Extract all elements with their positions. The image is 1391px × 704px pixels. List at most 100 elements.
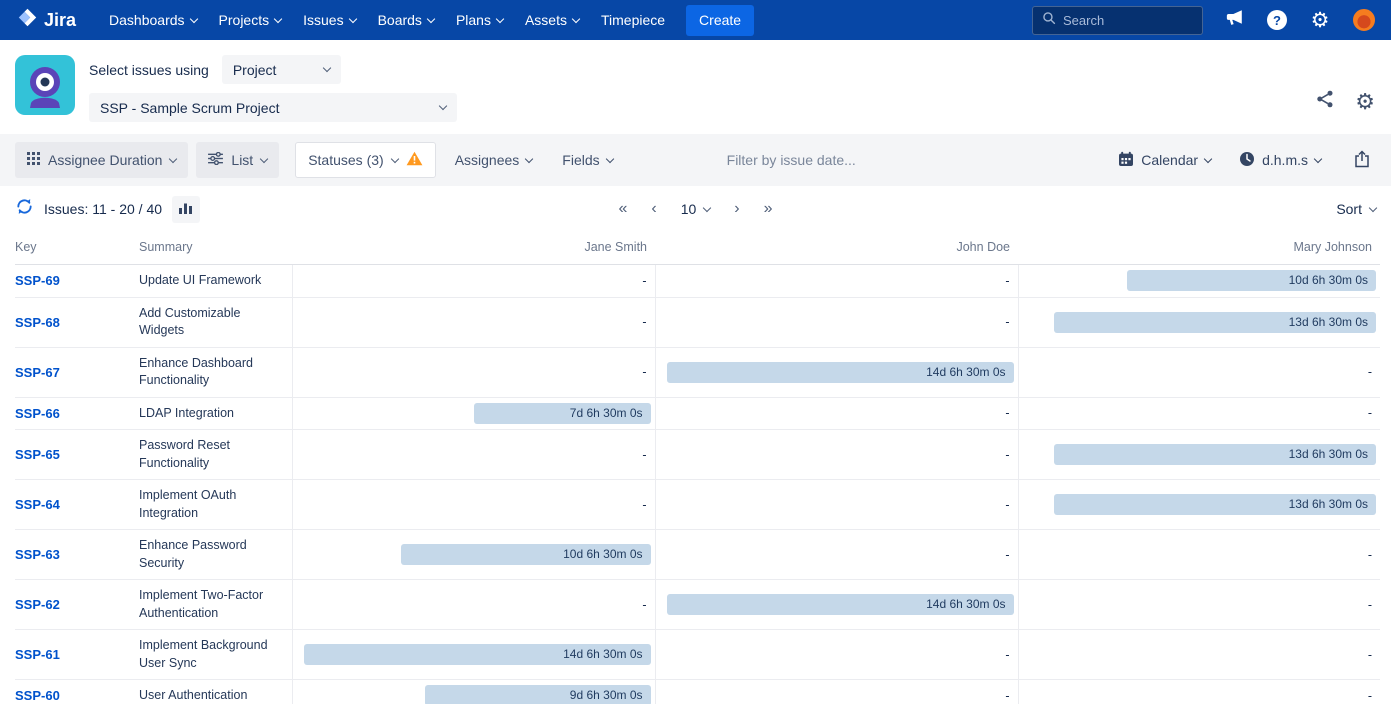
duration-cell: - xyxy=(655,265,1018,298)
issue-summary: Implement Two-Factor Authentication xyxy=(139,580,292,630)
nav-item-timepiece[interactable]: Timepiece xyxy=(590,0,676,40)
refresh-icon[interactable] xyxy=(15,197,34,221)
nav-item-label: Boards xyxy=(378,12,422,28)
view-mode-button[interactable]: List xyxy=(196,142,279,178)
issue-key-link[interactable]: SSP-63 xyxy=(15,547,60,562)
duration-cell: - xyxy=(655,480,1018,530)
top-nav: Jira Dashboards Projects Issues Boards P… xyxy=(0,0,1391,40)
nav-search[interactable] xyxy=(1032,6,1203,35)
export-button[interactable] xyxy=(1348,146,1376,175)
pagination-last-button[interactable]: » xyxy=(764,201,773,217)
nav-item-label: Dashboards xyxy=(109,12,185,28)
issue-key-link[interactable]: SSP-68 xyxy=(15,315,60,330)
duration-cell: 9d 6h 30m 0s xyxy=(292,680,655,704)
issue-key-link[interactable]: SSP-65 xyxy=(15,447,60,462)
duration-cell: - xyxy=(1018,630,1380,680)
nav-item-boards[interactable]: Boards xyxy=(367,0,445,40)
clock-icon xyxy=(1239,151,1255,170)
report-settings-icon[interactable]: ⚙ xyxy=(1355,91,1375,113)
table-row: SSP-66LDAP Integration7d 6h 30m 0s-- xyxy=(15,397,1380,430)
header-actions: ⚙ xyxy=(1315,81,1375,122)
page: Jira Dashboards Projects Issues Boards P… xyxy=(0,0,1391,704)
user-avatar[interactable] xyxy=(1351,7,1377,33)
sort-label: Sort xyxy=(1336,201,1362,217)
duration-cell: 13d 6h 30m 0s xyxy=(1018,480,1380,530)
project-select[interactable]: SSP - Sample Scrum Project xyxy=(89,93,457,122)
report-type-label: Assignee Duration xyxy=(48,152,162,168)
duration-format-select[interactable]: d.h.m.s xyxy=(1228,142,1332,178)
table-header-row: Key Summary Jane Smith John Doe Mary Joh… xyxy=(15,232,1380,265)
report-header: Select issues using Project SSP - Sample… xyxy=(0,40,1391,134)
settings-button[interactable]: ⚙ xyxy=(1308,8,1332,32)
assignees-filter[interactable]: Assignees xyxy=(444,142,544,178)
duration-bar: 14d 6h 30m 0s xyxy=(667,594,1014,615)
nav-item-issues[interactable]: Issues xyxy=(292,0,366,40)
help-button[interactable]: ? xyxy=(1265,8,1289,32)
calendar-icon xyxy=(1118,151,1134,170)
issue-key-link[interactable]: SSP-67 xyxy=(15,365,60,380)
duration-cell: 10d 6h 30m 0s xyxy=(292,530,655,580)
issue-key-link[interactable]: SSP-69 xyxy=(15,273,60,288)
search-input[interactable] xyxy=(1063,13,1193,28)
issue-key-link[interactable]: SSP-66 xyxy=(15,406,60,421)
nav-item-plans[interactable]: Plans xyxy=(445,0,514,40)
duration-bar: 7d 6h 30m 0s xyxy=(474,403,651,424)
pagination-first-button[interactable]: « xyxy=(618,201,627,217)
nav-item-label: Plans xyxy=(456,12,491,28)
issue-summary: Add Customizable Widgets xyxy=(139,297,292,347)
chevron-down-icon xyxy=(390,154,398,162)
calendar-select[interactable]: Calendar xyxy=(1107,142,1222,178)
table-row: SSP-68Add Customizable Widgets--13d 6h 3… xyxy=(15,297,1380,347)
report-type-button[interactable]: Assignee Duration xyxy=(15,142,188,178)
nav-item-assets[interactable]: Assets xyxy=(514,0,590,40)
issue-date-filter-input[interactable] xyxy=(727,152,917,168)
duration-cell: - xyxy=(292,580,655,630)
page-size-select[interactable]: 10 xyxy=(681,201,711,217)
duration-cell: 14d 6h 30m 0s xyxy=(655,347,1018,397)
issue-key-cell: SSP-61 xyxy=(15,630,139,680)
nav-item-projects[interactable]: Projects xyxy=(208,0,293,40)
column-header-assignee-1: Jane Smith xyxy=(292,232,655,265)
issue-source-select[interactable]: Project xyxy=(222,55,341,84)
duration-cell: - xyxy=(1018,347,1380,397)
table-row: SSP-67Enhance Dashboard Functionality-14… xyxy=(15,347,1380,397)
duration-cell: 13d 6h 30m 0s xyxy=(1018,297,1380,347)
duration-bar: 10d 6h 30m 0s xyxy=(401,544,651,565)
issue-key-link[interactable]: SSP-62 xyxy=(15,597,60,612)
issue-summary: Enhance Dashboard Functionality xyxy=(139,347,292,397)
statuses-filter-button[interactable]: Statuses (3) xyxy=(295,142,435,178)
view-mode-label: List xyxy=(231,152,253,168)
duration-cell: - xyxy=(1018,397,1380,430)
calendar-label: Calendar xyxy=(1141,152,1198,168)
create-button[interactable]: Create xyxy=(686,5,754,36)
duration-cell: - xyxy=(1018,530,1380,580)
duration-cell: - xyxy=(292,347,655,397)
project-select-value: SSP - Sample Scrum Project xyxy=(100,100,279,116)
duration-cell: - xyxy=(655,630,1018,680)
fields-filter[interactable]: Fields xyxy=(551,142,623,178)
chevron-down-icon xyxy=(605,154,613,162)
warning-icon xyxy=(406,151,423,169)
duration-cell: - xyxy=(655,297,1018,347)
table-row: SSP-69Update UI Framework--10d 6h 30m 0s xyxy=(15,265,1380,298)
jira-logo-text: Jira xyxy=(44,10,76,31)
nav-item-label: Projects xyxy=(219,12,270,28)
issue-key-cell: SSP-66 xyxy=(15,397,139,430)
pagination-prev-button[interactable]: ‹ xyxy=(651,201,656,217)
issue-key-cell: SSP-64 xyxy=(15,480,139,530)
issue-key-link[interactable]: SSP-61 xyxy=(15,647,60,662)
chart-view-button[interactable] xyxy=(172,196,200,223)
issue-key-cell: SSP-68 xyxy=(15,297,139,347)
pagination-next-button[interactable]: › xyxy=(734,201,739,217)
issue-key-link[interactable]: SSP-64 xyxy=(15,497,60,512)
sort-button[interactable]: Sort xyxy=(1336,201,1376,217)
chevron-down-icon xyxy=(1314,154,1322,162)
issue-summary: Password Reset Functionality xyxy=(139,430,292,480)
assignees-label: Assignees xyxy=(455,152,520,168)
nav-item-dashboards[interactable]: Dashboards xyxy=(98,0,208,40)
issue-key-link[interactable]: SSP-60 xyxy=(15,688,60,703)
share-icon[interactable] xyxy=(1315,89,1335,114)
announcements-button[interactable] xyxy=(1222,8,1246,32)
select-issues-label: Select issues using xyxy=(89,62,209,78)
jira-logo[interactable]: Jira xyxy=(12,8,86,32)
